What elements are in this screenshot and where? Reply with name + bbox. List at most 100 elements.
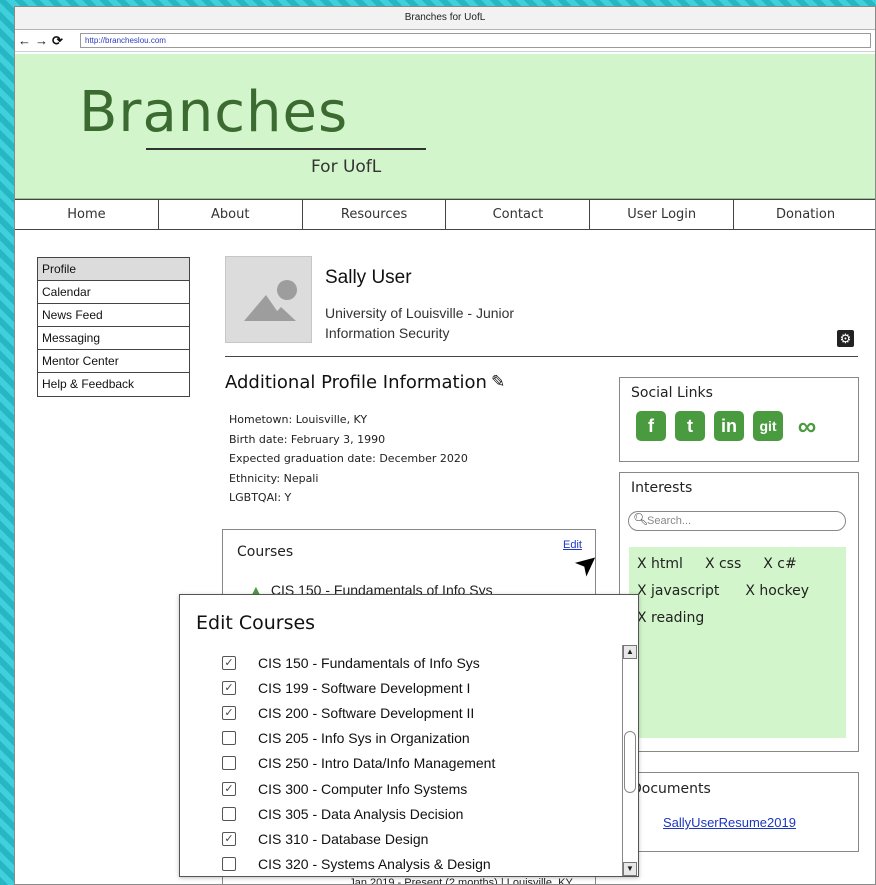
course-checkbox-row[interactable]: ✓ CIS 300 - Computer Info Systems <box>222 776 495 801</box>
checkbox-unchecked[interactable] <box>222 857 236 872</box>
additional-info-title: Additional Profile Information <box>225 372 487 393</box>
course-checkbox-row[interactable]: CIS 205 - Info Sys in Organization <box>222 726 495 751</box>
twitter-icon[interactable]: t <box>675 411 705 441</box>
checkbox-unchecked[interactable] <box>222 731 236 746</box>
course-option-label: CIS 300 - Computer Info Systems <box>258 780 468 797</box>
search-icon: 🔍︎ <box>633 512 649 526</box>
interests-panel: Interests Search... 🔍︎ X html X css X c#… <box>619 472 859 752</box>
checkbox-checked[interactable]: ✓ <box>222 655 236 670</box>
info-birth-date: Birth date: February 3, 1990 <box>229 432 386 446</box>
pencil-icon[interactable]: ✎ <box>491 372 505 392</box>
course-checkbox-row[interactable]: CIS 250 - Intro Data/Info Management <box>222 751 495 776</box>
gear-icon[interactable]: ⚙ <box>837 330 854 347</box>
interest-row: X javascript X hockey <box>629 583 846 599</box>
course-checkbox-row[interactable]: ✓ CIS 200 - Software Development II <box>222 700 495 725</box>
top-navigation: Home About Resources Contact User Login … <box>15 199 875 230</box>
avatar <box>225 256 312 343</box>
interest-row: X reading <box>629 610 846 626</box>
interest-tags: X html X css X c# X javascript X hockey … <box>629 547 846 738</box>
profile-name: Sally User <box>325 267 412 288</box>
site-logo[interactable]: Branches <box>79 80 348 145</box>
profile-divider <box>225 356 858 357</box>
interest-tag-html[interactable]: X html <box>637 556 683 572</box>
linkedin-icon[interactable]: in <box>714 411 744 441</box>
sidebar-item-mentor-center[interactable]: Mentor Center <box>38 350 189 373</box>
info-graduation-date: Expected graduation date: December 2020 <box>229 452 468 465</box>
interest-row: X html X css X c# <box>629 556 846 572</box>
site-subtitle: For UofL <box>311 157 382 177</box>
url-input[interactable]: http://brancheslou.com <box>80 33 871 48</box>
info-hometown: Hometown: Louisville, KY <box>229 413 368 426</box>
interest-tag-hockey[interactable]: X hockey <box>745 583 809 599</box>
course-option-label: CIS 199 - Software Development I <box>258 679 471 696</box>
interest-tag-csharp[interactable]: X c# <box>763 556 796 572</box>
course-option-label: CIS 250 - Intro Data/Info Management <box>258 755 496 772</box>
course-checkbox-row[interactable]: ✓ CIS 199 - Software Development I <box>222 675 495 700</box>
documents-panel: Documents SallyUserResume2019 <box>619 772 859 852</box>
image-placeholder-icon <box>244 280 297 321</box>
resume-link[interactable]: SallyUserResume2019 <box>663 815 796 830</box>
documents-title: Documents <box>631 781 711 797</box>
profile-details: University of Louisville - Junior Inform… <box>325 303 514 343</box>
social-links-title: Social Links <box>631 385 713 401</box>
interests-title: Interests <box>631 480 693 496</box>
site-banner: Branches For UofL <box>15 54 875 199</box>
interest-tag-javascript[interactable]: X javascript <box>637 583 719 599</box>
checkbox-checked[interactable]: ✓ <box>222 781 236 796</box>
git-icon[interactable]: git <box>753 411 783 441</box>
browser-nav-buttons: ← → ⟳ <box>18 33 80 49</box>
course-option-label: CIS 200 - Software Development II <box>258 704 475 721</box>
checkbox-checked[interactable]: ✓ <box>222 705 236 720</box>
forward-arrow-icon[interactable]: → <box>35 33 48 49</box>
nav-resources[interactable]: Resources <box>303 200 447 229</box>
sidebar-item-calendar[interactable]: Calendar <box>38 281 189 304</box>
course-checkbox-row[interactable]: ✓ CIS 310 - Database Design <box>222 826 495 851</box>
sidebar-item-news-feed[interactable]: News Feed <box>38 304 189 327</box>
browser-window: Branches for UofL ← → ⟳ http://branchesl… <box>14 6 876 885</box>
sidebar-item-profile[interactable]: Profile <box>38 258 189 281</box>
course-option-label: CIS 305 - Data Analysis Decision <box>258 805 464 822</box>
logo-underline <box>146 148 426 150</box>
course-checkbox-row[interactable]: CIS 320 - Systems Analysis & Design <box>222 852 495 877</box>
interest-tag-css[interactable]: X css <box>705 556 741 572</box>
sidebar-item-messaging[interactable]: Messaging <box>38 327 189 350</box>
checkbox-checked[interactable]: ✓ <box>222 831 236 846</box>
profile-school: University of Louisville - Junior <box>325 305 515 321</box>
dialog-scrollbar[interactable]: ▲ ▼ <box>622 645 637 876</box>
address-bar: ← → ⟳ http://brancheslou.com <box>15 30 875 52</box>
course-option-label: CIS 310 - Database Design <box>258 830 429 847</box>
link-icon[interactable]: ∞ <box>792 411 822 441</box>
dialog-title: Edit Courses <box>196 612 316 634</box>
info-ethnicity: Ethnicity: Nepali <box>229 471 319 485</box>
scroll-thumb[interactable] <box>624 731 636 793</box>
checkbox-unchecked[interactable] <box>222 806 236 821</box>
scroll-up-arrow-icon[interactable]: ▲ <box>623 645 637 659</box>
course-option-label: CIS 205 - Info Sys in Organization <box>258 730 470 747</box>
scroll-down-arrow-icon[interactable]: ▼ <box>623 862 637 876</box>
interests-search-input[interactable]: Search... <box>628 511 846 531</box>
course-option-label: CIS 320 - Systems Analysis & Design <box>258 856 491 873</box>
back-arrow-icon[interactable]: ← <box>18 33 31 49</box>
profile-major: Information Security <box>325 325 450 341</box>
course-option-label: CIS 150 - Fundamentals of Info Sys <box>258 654 480 671</box>
interest-tag-reading[interactable]: X reading <box>637 610 704 626</box>
checkbox-checked[interactable]: ✓ <box>222 680 236 695</box>
nav-donation[interactable]: Donation <box>734 200 875 229</box>
social-icons-row: f t in git ∞ <box>636 411 822 441</box>
course-checkbox-row[interactable]: CIS 305 - Data Analysis Decision <box>222 801 495 826</box>
nav-contact[interactable]: Contact <box>446 200 591 229</box>
reload-icon[interactable]: ⟳ <box>52 33 63 49</box>
sidebar-item-help-feedback[interactable]: Help & Feedback <box>38 373 189 396</box>
nav-about[interactable]: About <box>159 200 303 229</box>
checkbox-unchecked[interactable] <box>222 756 236 771</box>
nav-user-login[interactable]: User Login <box>590 200 735 229</box>
info-lgbtqai: LGBTQAI: Y <box>229 491 292 504</box>
edit-courses-dialog: Edit Courses ✓ CIS 150 - Fundamentals of … <box>179 594 639 877</box>
social-links-panel: Social Links f t in git ∞ <box>619 377 859 462</box>
sidebar-menu: Profile Calendar News Feed Messaging Men… <box>37 257 190 397</box>
course-checkbox-row[interactable]: ✓ CIS 150 - Fundamentals of Info Sys <box>222 650 495 675</box>
nav-home[interactable]: Home <box>15 200 159 229</box>
facebook-icon[interactable]: f <box>636 411 666 441</box>
window-title: Branches for UofL <box>15 7 875 30</box>
experience-dates: Jan 2019 - Present (2 months) | Louisvil… <box>349 877 573 885</box>
